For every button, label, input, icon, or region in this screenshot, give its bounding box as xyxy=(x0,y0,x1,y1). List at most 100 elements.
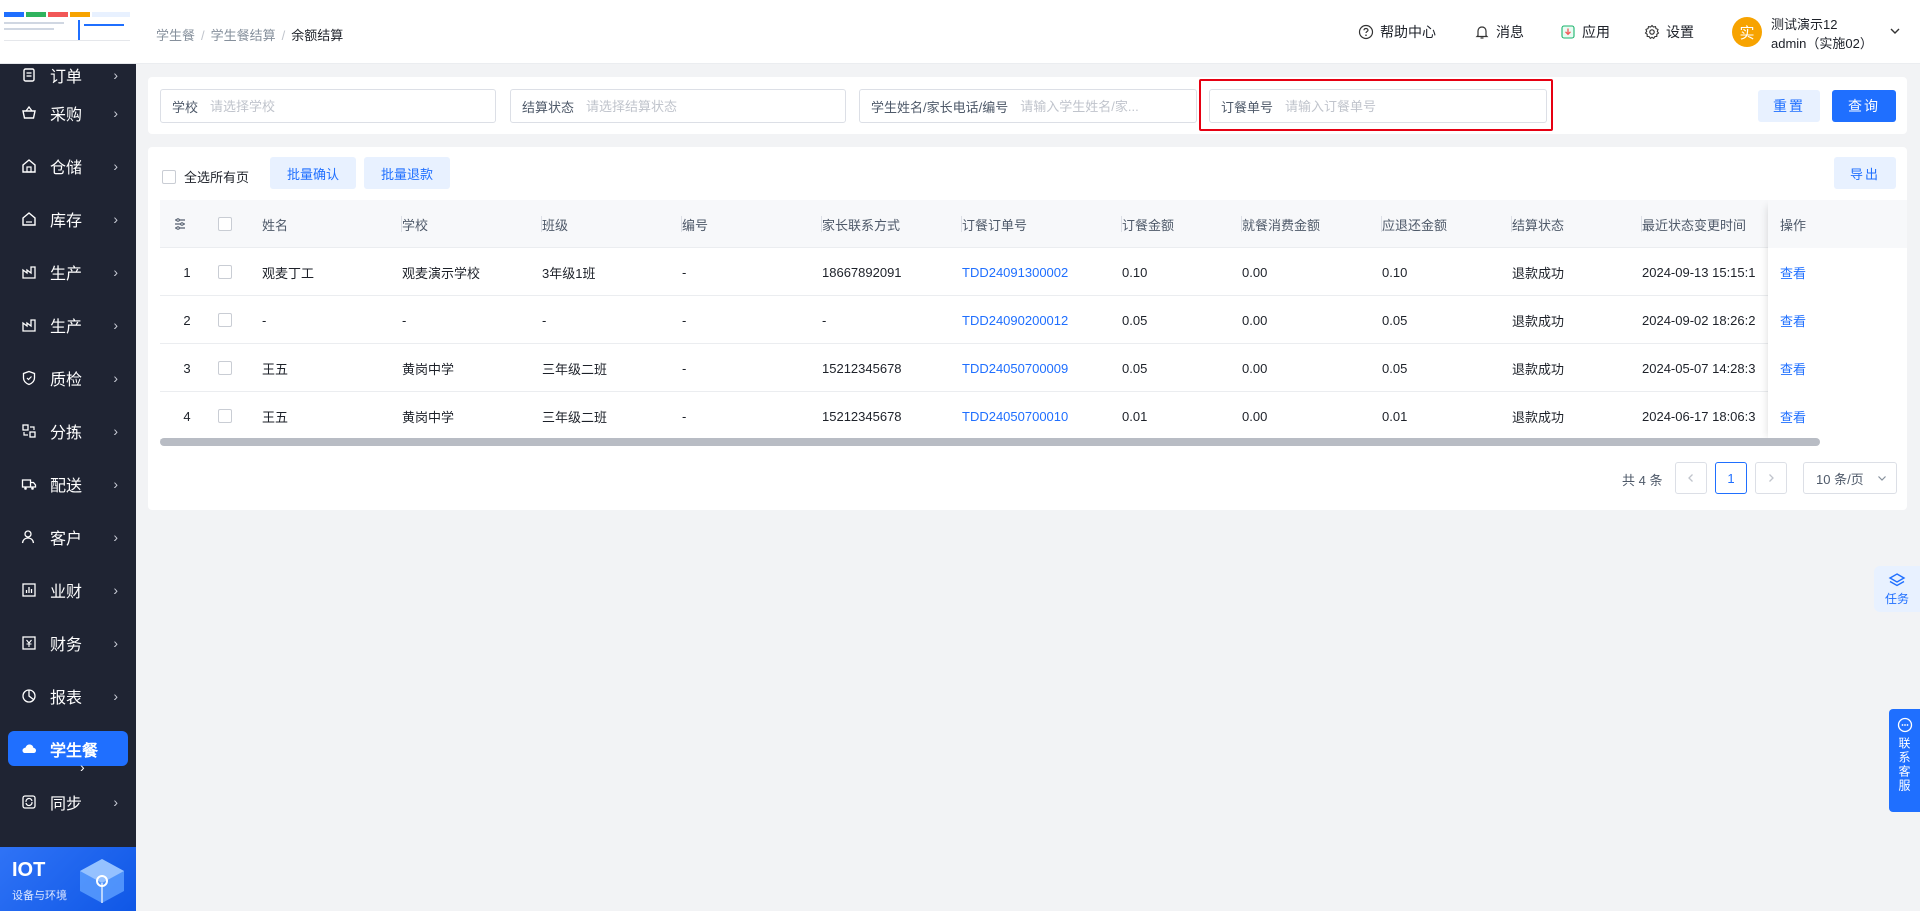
checkbox[interactable] xyxy=(218,265,232,279)
column-header: 应退还金额 xyxy=(1382,200,1512,248)
task-label: 任务 xyxy=(1884,591,1909,606)
table-row[interactable]: 4 王五 黄岗中学 三年级二班 - 15212345678 TDD2405070… xyxy=(160,392,1907,440)
batch-refund-button[interactable]: 批量退款 xyxy=(364,157,450,189)
next-page-button[interactable] xyxy=(1755,462,1787,494)
sidebar-item-finance[interactable]: 财务 › xyxy=(0,616,136,669)
apps-button[interactable]: 应用 xyxy=(1560,22,1610,42)
column-header: 班级 xyxy=(542,200,682,248)
quality-shield-icon xyxy=(20,369,38,387)
reset-button[interactable]: 重置 xyxy=(1758,90,1820,122)
status-input[interactable] xyxy=(586,98,845,114)
sidebar-item-purchase[interactable]: 采购 › xyxy=(0,86,136,139)
sidebar-item-report[interactable]: 报表 › xyxy=(0,669,136,722)
chevron-right-icon xyxy=(1769,474,1774,482)
batch-confirm-button[interactable]: 批量确认 xyxy=(270,157,356,189)
settings-button[interactable]: 设置 xyxy=(1644,22,1694,42)
status-select[interactable]: 结算状态 xyxy=(510,89,846,123)
student-input[interactable] xyxy=(1020,98,1196,114)
sidebar-item-student-meal[interactable]: 学生餐 › xyxy=(0,722,136,775)
cloud-meal-icon xyxy=(20,740,38,758)
order-label: 订餐单号 xyxy=(1221,99,1274,115)
chat-bubble-icon xyxy=(1897,717,1912,733)
student-search-field[interactable]: 学生姓名/家长电话/编号 xyxy=(859,89,1197,123)
iot-banner[interactable]: IOT 设备与环境 xyxy=(0,847,136,911)
sidebar-item-production-1[interactable]: 生产 › xyxy=(0,245,136,298)
table-row[interactable]: 3 王五 黄岗中学 三年级二班 - 15212345678 TDD2405070… xyxy=(160,344,1907,392)
sidebar-item-customer[interactable]: 客户 › xyxy=(0,510,136,563)
sidebar-item-inventory[interactable]: 库存 › xyxy=(0,192,136,245)
column-label: 最近状态变更时间 xyxy=(1642,217,1747,233)
finance-icon xyxy=(20,634,38,652)
view-link[interactable]: 查看 xyxy=(1768,248,1907,296)
breadcrumb-item[interactable]: 学生餐结算 xyxy=(211,28,276,43)
order-number-field[interactable]: 订餐单号 xyxy=(1209,89,1547,123)
breadcrumb-item[interactable]: 学生餐 xyxy=(156,28,195,43)
checkbox[interactable] xyxy=(218,313,232,327)
select-all-pages[interactable]: 全选所有页 xyxy=(162,167,249,186)
chevron-right-icon: › xyxy=(113,793,118,810)
cell-name: - xyxy=(262,312,267,328)
cell-refund: 0.10 xyxy=(1382,264,1408,280)
checkbox[interactable] xyxy=(218,217,232,231)
row-checkbox-cell xyxy=(218,392,258,440)
column-header: 结算状态 xyxy=(1512,200,1642,248)
column-settings-icon[interactable] xyxy=(172,216,188,232)
sidebar-nav: 订单 › 采购 › 仓储 › 库存 › 生产 › 生产 › 质检 › 分拣 › … xyxy=(0,64,136,828)
school-input[interactable] xyxy=(210,98,495,114)
horizontal-scrollbar[interactable] xyxy=(160,438,1820,446)
messages-label: 消息 xyxy=(1496,24,1524,40)
sync-icon xyxy=(20,793,38,811)
sidebar-item-order[interactable]: 订单 › xyxy=(0,64,136,86)
order-link[interactable]: TDD24090200012 xyxy=(962,296,1122,344)
sidebar-item-label: 仓储 xyxy=(50,159,83,177)
user-org[interactable]: admin（实施02） xyxy=(1771,33,1873,52)
page-size-select[interactable]: 10 条/页 xyxy=(1803,462,1897,494)
view-link[interactable]: 查看 xyxy=(1768,392,1907,440)
messages-button[interactable]: 消息 xyxy=(1474,22,1524,42)
cell-phone: - xyxy=(822,312,827,328)
sidebar-item-quality[interactable]: 质检 › xyxy=(0,351,136,404)
table-row[interactable]: 1 观麦丁工 观麦演示学校 3年级1班 - 18667892091 TDD240… xyxy=(160,248,1907,296)
user-name[interactable]: 测试演示12 xyxy=(1771,14,1837,33)
order-link[interactable]: TDD24050700010 xyxy=(962,392,1122,440)
sidebar-item-business-finance[interactable]: 业财 › xyxy=(0,563,136,616)
logo-thumbnail[interactable] xyxy=(0,0,136,64)
inventory-icon xyxy=(20,210,38,228)
cell-time: 2024-09-13 15:15:1 xyxy=(1642,264,1756,280)
sidebar-item-sync[interactable]: 同步 › xyxy=(0,775,136,828)
help-center-button[interactable]: 帮助中心 xyxy=(1358,22,1436,42)
sidebar-item-sorting[interactable]: 分拣 › xyxy=(0,404,136,457)
cell-school: 观麦演示学校 xyxy=(402,265,481,281)
sidebar-item-label: 报表 xyxy=(50,689,83,707)
order-input[interactable] xyxy=(1285,98,1546,114)
settings-label: 设置 xyxy=(1666,24,1694,40)
order-link[interactable]: TDD24050700009 xyxy=(962,344,1122,392)
order-link[interactable]: TDD24091300002 xyxy=(962,248,1122,296)
column-settings[interactable] xyxy=(172,200,202,248)
page-number-button[interactable]: 1 xyxy=(1715,462,1747,494)
chevron-right-icon: › xyxy=(113,687,118,704)
checkbox[interactable] xyxy=(162,169,176,184)
export-button[interactable]: 导出 xyxy=(1834,157,1896,189)
view-link[interactable]: 查看 xyxy=(1768,344,1907,392)
table-row[interactable]: 2 - - - - - TDD24090200012 0.05 0.00 0.0… xyxy=(160,296,1907,344)
search-button[interactable]: 查询 xyxy=(1832,90,1896,122)
column-label: 订餐金额 xyxy=(1122,217,1175,233)
cell-refund: 0.05 xyxy=(1382,360,1408,376)
column-label: 应退还金额 xyxy=(1382,217,1448,233)
customer-service-button[interactable]: 联系客服 xyxy=(1889,709,1920,812)
view-link[interactable]: 查看 xyxy=(1768,296,1907,344)
prev-page-button[interactable] xyxy=(1675,462,1707,494)
school-select[interactable]: 学校 xyxy=(160,89,496,123)
checkbox[interactable] xyxy=(218,361,232,375)
chevron-right-icon: › xyxy=(113,104,118,121)
sidebar-item-delivery[interactable]: 配送 › xyxy=(0,457,136,510)
avatar[interactable]: 实 xyxy=(1732,17,1762,47)
cell-status: 退款成功 xyxy=(1512,409,1565,425)
sidebar-item-production-2[interactable]: 生产 › xyxy=(0,298,136,351)
task-float-button[interactable]: 任务 xyxy=(1874,566,1920,612)
sidebar-item-warehouse[interactable]: 仓储 › xyxy=(0,139,136,192)
chevron-down-icon[interactable] xyxy=(1888,24,1902,38)
cell-code: - xyxy=(682,360,687,376)
checkbox[interactable] xyxy=(218,409,232,423)
